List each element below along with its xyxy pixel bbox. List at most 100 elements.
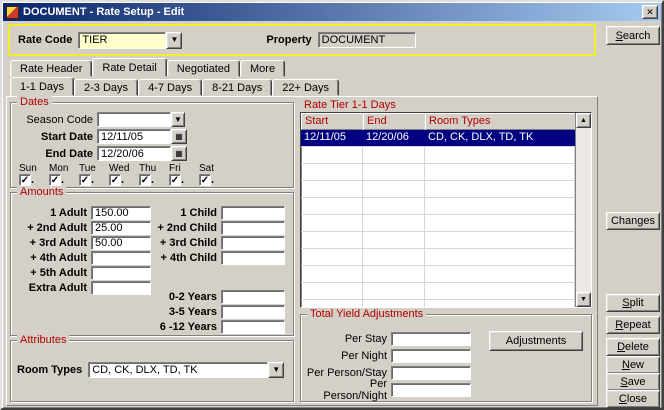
amount-age-input-0-2-years[interactable] [221,290,285,304]
day-checkbox-fri[interactable]: ✓ [169,174,181,186]
yield-label-per-stay: Per Stay [305,333,391,345]
tab-8-21-days[interactable]: 8-21 Days [202,79,272,96]
day-checkbox-mon[interactable]: ✓ [49,174,61,186]
day-cell-sun: ✓. [19,174,49,186]
rate-tier-scrollbar[interactable]: ▲ ▼ [575,113,591,307]
rate-code-input[interactable] [78,32,166,49]
scroll-up-button[interactable]: ▲ [576,113,591,128]
save-button[interactable]: Save [606,373,660,391]
amount-child-row: 1 Child [157,205,285,220]
day-name-thu: Thu [139,163,169,174]
amount-age-input-3-5-years[interactable] [221,305,285,319]
rate-tier-body: 12/11/0512/20/06CD, CK, DLX, TD, TK [301,130,591,308]
rate-tier-col-room-types: Room Types [425,113,575,130]
room-types-dropdown-button[interactable]: ▼ [268,362,284,378]
yield-row-per-stay: Per Stay [305,331,471,346]
amount-age-label-3-5-years: 3-5 Years [157,306,221,318]
amount-child-input-3rd-child[interactable] [221,236,285,250]
repeat-button[interactable]: Repeat [606,316,660,334]
amount-age-input-6-12-years[interactable] [221,320,285,334]
tab-more[interactable]: More [240,60,285,77]
yield-input-per-person-night[interactable] [391,383,471,397]
day-checkbox-sat[interactable]: ✓ [199,174,211,186]
changes-button[interactable]: Changes [606,212,660,230]
tab-4-7-days[interactable]: 4-7 Days [138,79,202,96]
checkbox-suffix: . [61,174,64,186]
rate-tier-empty-row[interactable] [301,147,575,164]
rate-tier-empty-row[interactable] [301,249,575,266]
rate-tier-empty-row[interactable] [301,181,575,198]
yield-input-per-person-stay[interactable] [391,366,471,380]
rate-tier-empty-row[interactable] [301,283,575,300]
amount-adult-input-5th-adult[interactable] [91,266,151,280]
rate-tier-cell-empty [363,164,425,180]
amount-child-row: + 4th Child [157,250,285,265]
close-icon: ✕ [646,7,654,17]
amount-child-input-4th-child[interactable] [221,251,285,265]
start-date-calendar-button[interactable]: ▦ [171,129,187,144]
tab-rate-detail[interactable]: Rate Detail [92,58,166,77]
new-button[interactable]: New [606,356,660,374]
rate-tier-empty-row[interactable] [301,266,575,283]
amount-age-row: 6 -12 Years [157,319,285,334]
end-date-input[interactable] [97,146,171,161]
amount-adult-input-1-adult[interactable] [91,206,151,220]
amount-adult-input-4th-adult[interactable] [91,251,151,265]
amount-child-label-3rd-child: + 3rd Child [157,237,221,249]
start-date-input[interactable] [97,129,171,144]
rate-tier-cell-empty [363,266,425,282]
property-field[interactable] [318,32,416,48]
close-button[interactable]: ✕ [642,5,658,19]
rate-tier-cell-empty [425,300,575,308]
close-window-button[interactable]: Close [606,390,660,408]
yield-input-per-night[interactable] [391,349,471,363]
start-date-label: Start Date [13,131,97,143]
end-date-calendar-button[interactable]: ▦ [171,146,187,161]
delete-button[interactable]: Delete [606,338,660,356]
scroll-down-button[interactable]: ▼ [576,292,591,307]
tab-1-1-days[interactable]: 1-1 Days [10,77,74,96]
dropdown-icon: ▼ [170,35,178,44]
amounts-group: Amounts 1 Adult+ 2nd Adult+ 3rd Adult+ 4… [10,192,294,336]
tab-negotiated[interactable]: Negotiated [167,60,240,77]
rate-code-dropdown-button[interactable]: ▼ [166,32,182,49]
rate-tier-title: Rate Tier 1-1 Days [304,99,396,111]
rate-tier-cell-empty [425,232,575,248]
day-checkbox-wed[interactable]: ✓ [109,174,121,186]
rate-tier-empty-row[interactable] [301,300,575,308]
season-code-lov-button[interactable]: ▼ [171,112,185,127]
day-checkbox-thu[interactable]: ✓ [139,174,151,186]
amount-adult-input-3rd-adult[interactable] [91,236,151,250]
amount-adult-input-2nd-adult[interactable] [91,221,151,235]
amount-age-label-0-2-years: 0-2 Years [157,291,221,303]
amount-child-input-1-child[interactable] [221,206,285,220]
amount-adult-input-extra-adult[interactable] [91,281,151,295]
amount-adult-row: + 3rd Adult [13,235,151,250]
split-button[interactable]: Split [606,294,660,312]
rate-tier-empty-row[interactable] [301,198,575,215]
season-code-input[interactable] [97,112,171,127]
tab-22-days[interactable]: 22+ Days [272,79,339,96]
day-cell-mon: ✓. [49,174,79,186]
day-checkbox-tue[interactable]: ✓ [79,174,91,186]
rate-tier-empty-row[interactable] [301,164,575,181]
search-button[interactable]: Search [606,26,660,45]
room-types-label: Room Types [17,364,88,376]
day-checkbox-sun[interactable]: ✓ [19,174,31,186]
amount-age-row: 0-2 Years [157,289,285,304]
room-types-input[interactable] [88,362,268,378]
amounts-adult-column: 1 Adult+ 2nd Adult+ 3rd Adult+ 4th Adult… [13,205,151,295]
tab-2-3-days[interactable]: 2-3 Days [74,79,138,96]
yield-input-per-stay[interactable] [391,332,471,346]
rate-tier-empty-row[interactable] [301,232,575,249]
rate-tier-cell-room_types: CD, CK, DLX, TD, TK [425,130,575,146]
tab-rate-header[interactable]: Rate Header [10,60,92,77]
dates-group: Dates Season Code ▼ Start Date ▦ End Dat… [10,102,294,188]
rate-tier-empty-row[interactable] [301,215,575,232]
amount-child-input-2nd-child[interactable] [221,221,285,235]
rate-tier-row[interactable]: 12/11/0512/20/06CD, CK, DLX, TD, TK [301,130,575,147]
day-name-mon: Mon [49,163,79,174]
rate-tier-col-end: End [363,113,425,130]
adjustments-button[interactable]: Adjustments [489,331,583,351]
day-tabs: 1-1 Days2-3 Days4-7 Days8-21 Days22+ Day… [10,77,339,96]
